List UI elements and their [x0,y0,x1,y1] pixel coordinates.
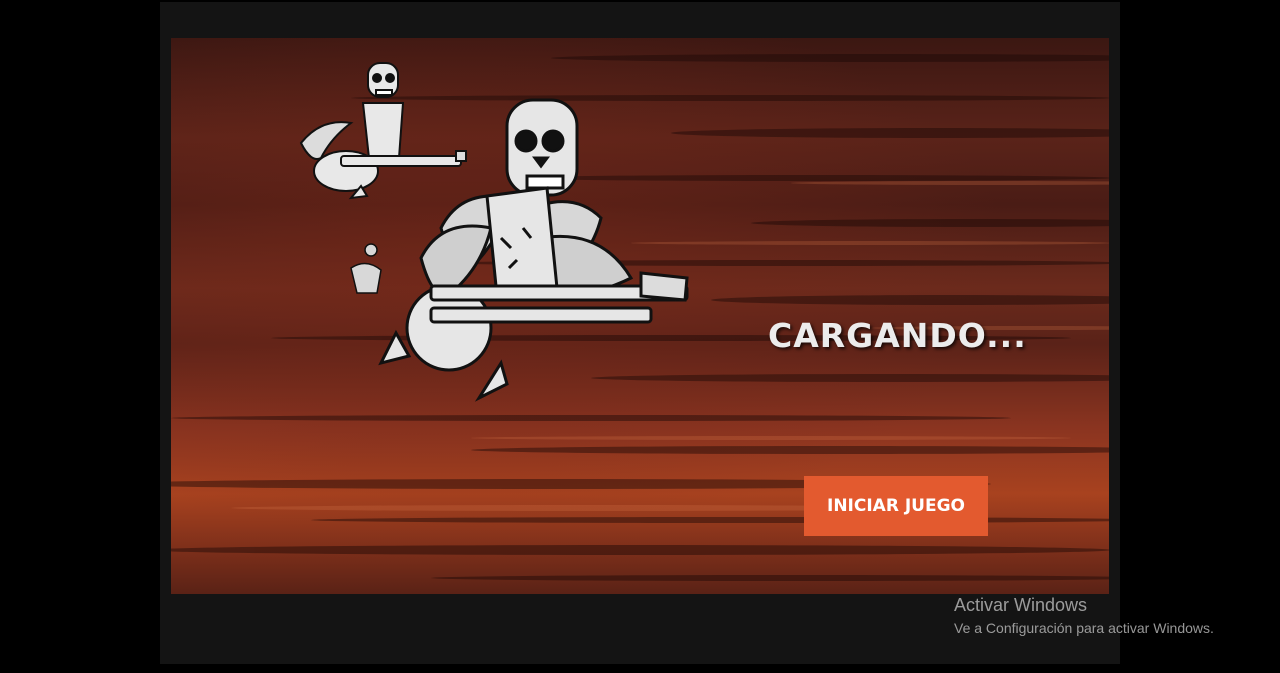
windows-activation-watermark: Activar Windows Ve a Configuración para … [954,595,1214,636]
watermark-subtitle: Ve a Configuración para activar Windows. [954,620,1214,636]
game-page: CARGANDO... INICIAR JUEGO Activar Window… [0,0,1280,673]
start-game-button[interactable]: INICIAR JUEGO [804,476,988,536]
loading-text: CARGANDO... [768,316,1027,355]
small-skeleton-figure [299,62,467,200]
tiny-skeleton-figure [350,243,382,294]
watermark-title: Activar Windows [954,595,1088,615]
large-skeleton-figure [378,98,689,402]
